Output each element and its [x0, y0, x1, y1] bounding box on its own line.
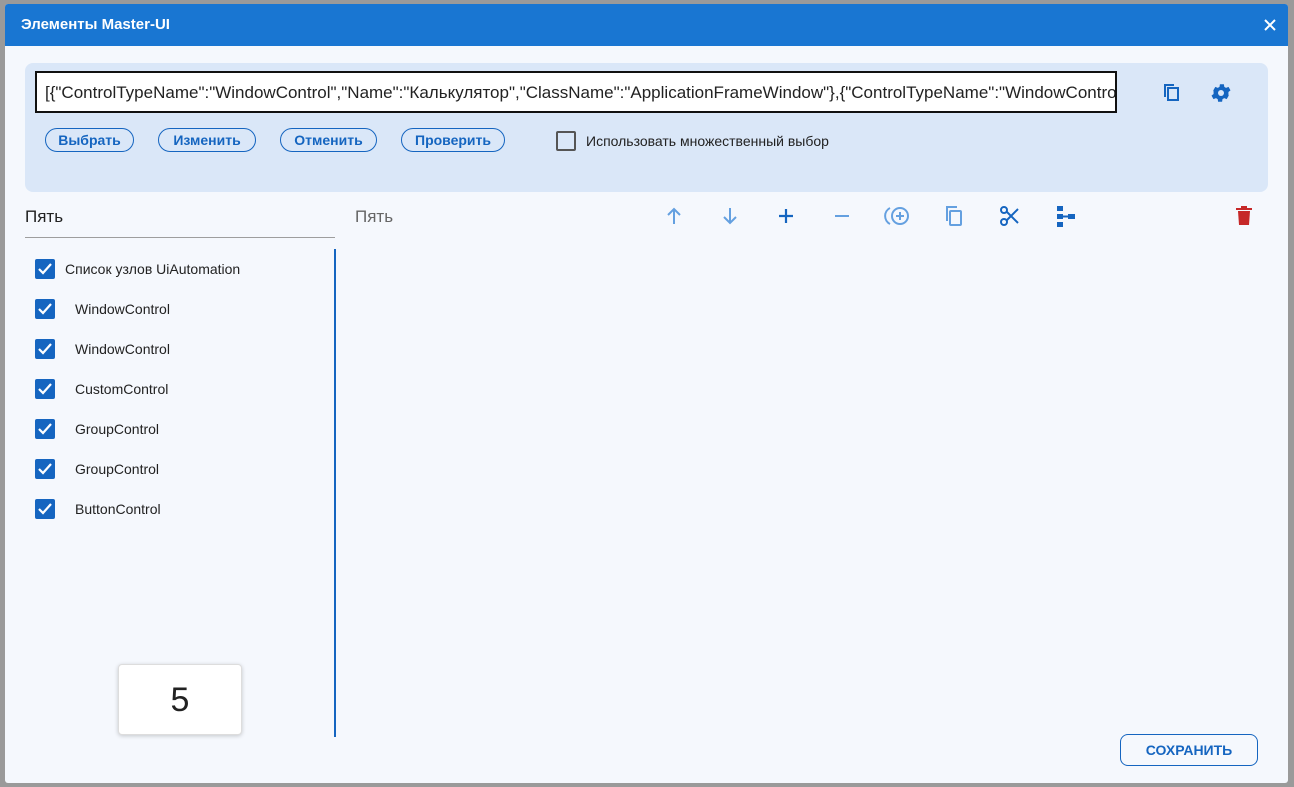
cancel-button[interactable]: Отменить — [280, 128, 377, 152]
tree-item-label: Список узлов UiAutomation — [65, 261, 241, 277]
checkbox-checked-icon[interactable] — [35, 499, 55, 519]
checkbox-checked-icon[interactable] — [35, 459, 55, 479]
tree-item-label: ButtonControl — [75, 501, 161, 517]
plus-icon[interactable] — [774, 204, 798, 228]
selector-input[interactable]: [{"ControlTypeName":"WindowControl","Nam… — [35, 71, 1117, 113]
arrow-up-icon[interactable] — [662, 204, 686, 228]
title-bar: Элементы Master-UI — [5, 4, 1288, 46]
checkbox-checked-icon[interactable] — [35, 419, 55, 439]
tree-structure-icon[interactable] — [1054, 204, 1078, 228]
save-button[interactable]: СОХРАНИТЬ — [1120, 734, 1258, 766]
tree-item-label: WindowControl — [75, 301, 170, 317]
multi-select-checkbox[interactable] — [556, 131, 576, 151]
trash-icon[interactable] — [1232, 204, 1256, 228]
check-button[interactable]: Проверить — [401, 128, 505, 152]
left-divider — [25, 237, 335, 238]
dialog-title: Элементы Master-UI — [21, 16, 170, 33]
selector-panel: [{"ControlTypeName":"WindowControl","Nam… — [25, 63, 1268, 192]
tree-item-label: GroupControl — [75, 461, 160, 477]
elements-dialog: Элементы Master-UI [{"ControlTypeName":"… — [5, 4, 1288, 783]
tree-item-label: WindowControl — [75, 341, 170, 357]
gear-icon[interactable] — [1209, 81, 1233, 105]
multi-select-label: Использовать множественный выбор — [586, 133, 829, 149]
checkbox-checked-icon[interactable] — [35, 299, 55, 319]
checkbox-checked-icon[interactable] — [35, 339, 55, 359]
scissors-icon[interactable] — [998, 204, 1022, 228]
vertical-separator[interactable] — [334, 249, 336, 737]
tree-item-label: GroupControl — [75, 421, 160, 437]
left-panel-header: Пять — [25, 207, 64, 226]
minus-icon[interactable] — [830, 204, 854, 228]
arrow-down-icon[interactable] — [718, 204, 742, 228]
checkbox-checked-icon[interactable] — [35, 379, 55, 399]
tree-item-label: CustomControl — [75, 381, 169, 397]
right-panel-header: Пять — [355, 207, 394, 226]
duplicate-icon[interactable] — [942, 204, 966, 228]
copy-icon[interactable] — [1160, 81, 1184, 105]
preview-value-box: 5 — [118, 664, 242, 735]
checkbox-checked-icon[interactable] — [35, 259, 55, 279]
close-icon[interactable] — [1260, 15, 1280, 35]
change-button[interactable]: Изменить — [158, 128, 256, 152]
select-button[interactable]: Выбрать — [45, 128, 134, 152]
add-circle-icon[interactable] — [884, 204, 912, 228]
